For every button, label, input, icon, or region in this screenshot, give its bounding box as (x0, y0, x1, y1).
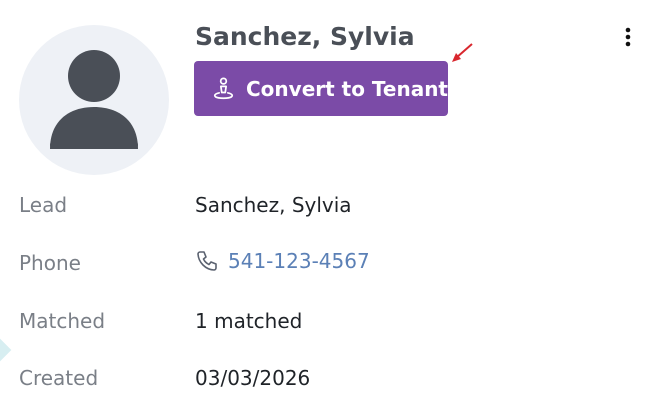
red-arrow-annotation (452, 43, 473, 62)
lead-label: Lead (19, 193, 68, 217)
matched-label: Matched (19, 309, 106, 333)
lead-detail-panel: Sanchez, Sylvia Convert to Tenant Lead S… (0, 0, 655, 415)
convert-to-tenant-button[interactable]: Convert to Tenant (194, 61, 448, 116)
created-label: Created (19, 366, 99, 390)
matched-value: 1 matched (195, 309, 303, 333)
created-value: 03/03/2026 (195, 366, 311, 390)
phone-icon (197, 251, 217, 271)
phone-number: 541-123-4567 (228, 249, 370, 273)
lead-value: Sanchez, Sylvia (195, 193, 352, 217)
phone-link[interactable]: 541-123-4567 (195, 249, 370, 273)
user-avatar-icon (50, 50, 138, 149)
contact-name: Sanchez, Sylvia (195, 22, 415, 51)
avatar (19, 25, 169, 175)
tenant-person-icon (213, 76, 234, 99)
convert-to-tenant-label: Convert to Tenant (246, 76, 448, 101)
phone-label: Phone (19, 251, 81, 275)
kebab-menu-icon[interactable] (617, 26, 639, 48)
edge-marker (0, 338, 12, 362)
